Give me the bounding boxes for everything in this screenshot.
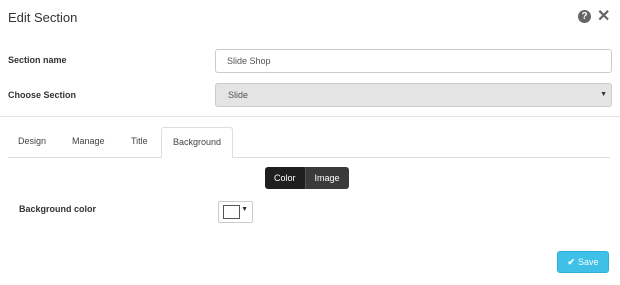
tab-title[interactable]: Title: [131, 127, 148, 156]
edit-section-dialog: Edit Section ? ✕ Section name Slide Shop…: [0, 0, 620, 285]
chevron-down-icon: ▼: [241, 206, 248, 213]
background-color-label: Background color: [19, 204, 97, 214]
close-icon[interactable]: ✕: [597, 9, 610, 25]
tab-manage[interactable]: Manage: [72, 127, 105, 156]
tab-design[interactable]: Design: [18, 127, 46, 156]
help-icon[interactable]: ?: [578, 10, 591, 23]
section-name-input[interactable]: Slide Shop: [215, 49, 612, 73]
color-toggle-button[interactable]: Color: [265, 167, 305, 189]
save-button-label: Save: [578, 257, 599, 267]
tab-bar: Design Manage Title Background: [8, 127, 610, 158]
divider: [0, 116, 620, 117]
background-type-toggle: Color Image: [265, 167, 349, 189]
header-icons: ? ✕: [578, 9, 610, 25]
choose-section-select[interactable]: Slide ▼: [215, 83, 612, 107]
section-name-label: Section name: [8, 55, 67, 65]
check-icon: ✔: [567, 257, 576, 267]
save-button[interactable]: ✔ Save: [557, 251, 609, 273]
background-color-picker[interactable]: ▼: [218, 201, 253, 223]
chevron-down-icon: ▼: [600, 91, 607, 98]
choose-section-label: Choose Section: [8, 90, 77, 100]
choose-section-value: Slide: [228, 90, 249, 100]
image-toggle-button[interactable]: Image: [304, 167, 349, 189]
color-swatch: [223, 205, 240, 219]
tab-background[interactable]: Background: [161, 127, 234, 158]
dialog-title: Edit Section: [8, 10, 78, 25]
